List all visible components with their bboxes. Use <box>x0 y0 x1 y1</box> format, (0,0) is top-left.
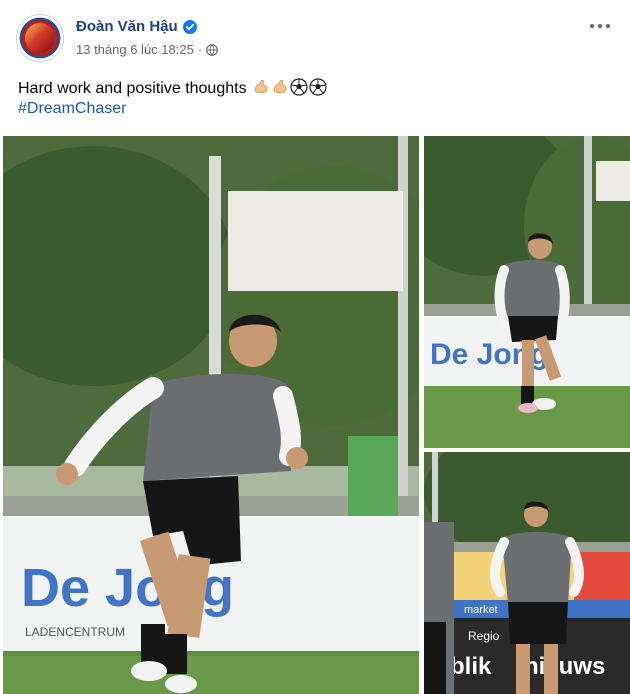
post-text: Hard work and positive thoughts <box>18 78 614 100</box>
soccer-ball-icon <box>290 78 308 96</box>
banner-subtext-main: LADENCENTRUM <box>25 625 125 639</box>
avatar-image <box>25 23 55 53</box>
banner-text-bottom-right-2: nieuws <box>524 653 605 680</box>
post-header: Đoàn Văn Hậu 13 tháng 6 lúc 18:25 · <box>16 12 618 64</box>
soccer-ball-icon <box>309 78 327 96</box>
meta-separator: · <box>197 42 203 57</box>
hashtag-link[interactable]: #DreamChaser <box>18 100 126 118</box>
post-photo-main[interactable]: De Jong LADENCENTRUM <box>3 136 419 694</box>
verified-badge-icon <box>182 19 197 34</box>
flexed-biceps-icon <box>271 78 289 96</box>
post-timestamp[interactable]: 13 tháng 6 lúc 18:25 <box>76 42 194 57</box>
more-options-button[interactable] <box>588 16 612 36</box>
post-photo-top-right[interactable]: De Jong <box>424 136 630 448</box>
author-line: Đoàn Văn Hậu <box>76 18 197 35</box>
banner-text-bottom-right: blik <box>450 653 492 680</box>
flexed-biceps-icon <box>252 78 270 96</box>
banner-market-text: market <box>464 604 498 616</box>
post-meta: 13 tháng 6 lúc 18:25 · <box>76 42 219 57</box>
post-photo-bottom-right[interactable]: market Regio blik nieuws <box>424 452 630 694</box>
globe-icon[interactable] <box>206 43 219 56</box>
banner-label-text: Regio <box>468 629 500 643</box>
author-avatar[interactable] <box>16 14 64 62</box>
post-message: Hard work and positive thoughts <box>18 80 247 97</box>
author-name[interactable]: Đoàn Văn Hậu <box>76 18 178 35</box>
